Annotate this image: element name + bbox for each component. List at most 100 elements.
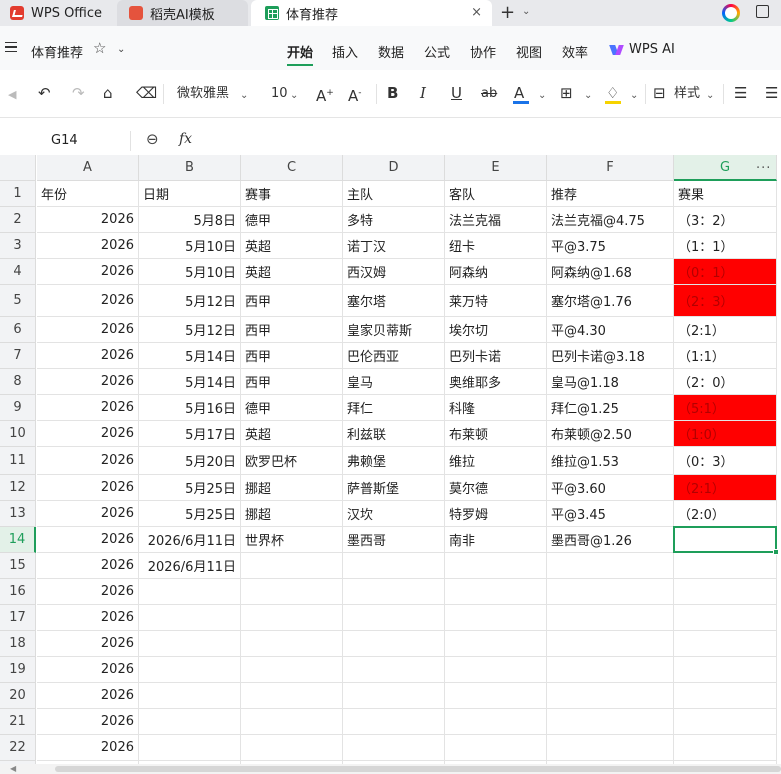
row-header-3[interactable]: 3: [0, 233, 36, 259]
table-cell[interactable]: [547, 579, 674, 605]
table-cell[interactable]: 2026: [37, 553, 139, 579]
table-cell[interactable]: 德甲: [241, 395, 343, 421]
table-cell[interactable]: [445, 605, 547, 631]
table-cell[interactable]: 平@4.30: [547, 317, 674, 343]
table-cell[interactable]: [445, 631, 547, 657]
table-cell[interactable]: [547, 683, 674, 709]
table-cell[interactable]: （2:0）: [674, 501, 777, 527]
table-cell[interactable]: 2026: [37, 501, 139, 527]
table-cell[interactable]: 2026: [37, 259, 139, 285]
table-cell[interactable]: 纽卡: [445, 233, 547, 259]
table-cell[interactable]: 2026: [37, 207, 139, 233]
underline-icon[interactable]: U: [451, 83, 462, 103]
tab-document[interactable]: 体育推荐 ×: [251, 0, 492, 26]
chevron-down-icon[interactable]: ⌄: [240, 86, 248, 106]
column-header-f[interactable]: F: [547, 155, 674, 181]
table-cell[interactable]: 布莱顿@2.50: [547, 421, 674, 447]
scroll-left-icon[interactable]: ◀: [10, 764, 16, 773]
table-cell[interactable]: 德甲: [241, 207, 343, 233]
table-cell[interactable]: 2026: [37, 579, 139, 605]
table-cell[interactable]: [445, 709, 547, 735]
table-cell[interactable]: 塞尔塔: [343, 285, 445, 317]
table-cell[interactable]: （2:1）: [674, 317, 777, 343]
table-cell[interactable]: 5月12日: [139, 285, 241, 317]
chevron-down-icon[interactable]: ⌄: [630, 86, 638, 106]
table-cell[interactable]: 奥维耶多: [445, 369, 547, 395]
table-cell[interactable]: 法兰克福: [445, 207, 547, 233]
chevron-down-icon[interactable]: ⌄: [584, 86, 592, 106]
table-cell[interactable]: 萨普斯堡: [343, 475, 445, 501]
row-header-6[interactable]: 6: [0, 317, 36, 343]
strikethrough-icon[interactable]: ab: [481, 84, 497, 104]
table-cell[interactable]: （2:1）: [674, 475, 777, 501]
row-header-1[interactable]: 1: [0, 181, 36, 207]
table-cell[interactable]: 5月12日: [139, 317, 241, 343]
table-cell[interactable]: [445, 735, 547, 761]
table-cell[interactable]: （1:1）: [674, 343, 777, 369]
row-header-14[interactable]: 14: [0, 527, 36, 553]
table-cell[interactable]: 拜仁: [343, 395, 445, 421]
table-cell[interactable]: [674, 527, 777, 553]
bold-icon[interactable]: B: [387, 83, 398, 103]
table-cell[interactable]: 法兰克福@4.75: [547, 207, 674, 233]
table-cell[interactable]: 2026: [37, 735, 139, 761]
table-cell[interactable]: [343, 735, 445, 761]
undo-icon[interactable]: ↶: [38, 83, 51, 103]
chevron-down-icon[interactable]: ⌄: [290, 86, 298, 106]
chevron-down-icon[interactable]: ⌄: [522, 6, 530, 17]
table-cell[interactable]: 2026/6月11日: [139, 527, 241, 553]
table-cell[interactable]: 西甲: [241, 285, 343, 317]
table-cell[interactable]: [241, 735, 343, 761]
table-cell[interactable]: [547, 605, 674, 631]
column-title-cell[interactable]: 日期: [139, 181, 241, 207]
table-cell[interactable]: 诺丁汉: [343, 233, 445, 259]
table-cell[interactable]: 5月25日: [139, 501, 241, 527]
table-cell[interactable]: 2026: [37, 709, 139, 735]
font-color-icon[interactable]: A: [514, 83, 524, 103]
table-cell[interactable]: 平@3.45: [547, 501, 674, 527]
table-cell[interactable]: [547, 631, 674, 657]
increase-font-icon[interactable]: A+: [316, 83, 334, 106]
table-cell[interactable]: （3：2）: [674, 207, 777, 233]
menu-efficiency[interactable]: 效率: [562, 42, 588, 61]
window-restore-icon[interactable]: [756, 5, 769, 18]
name-box[interactable]: G14: [51, 133, 78, 148]
table-cell[interactable]: （1:0）: [674, 421, 777, 447]
table-cell[interactable]: 墨西哥: [343, 527, 445, 553]
table-cell[interactable]: [139, 579, 241, 605]
assistant-icon[interactable]: [722, 4, 740, 22]
table-cell[interactable]: [343, 605, 445, 631]
table-cell[interactable]: 皇家贝蒂斯: [343, 317, 445, 343]
table-cell[interactable]: 欧罗巴杯: [241, 447, 343, 475]
table-cell[interactable]: [139, 709, 241, 735]
table-cell[interactable]: 2026: [37, 395, 139, 421]
table-cell[interactable]: 2026: [37, 527, 139, 553]
row-header-12[interactable]: 12: [0, 475, 36, 501]
column-header-d[interactable]: D: [343, 155, 445, 181]
table-cell[interactable]: 莱万特: [445, 285, 547, 317]
table-cell[interactable]: 墨西哥@1.26: [547, 527, 674, 553]
format-painter-icon[interactable]: ⌂: [103, 83, 113, 103]
table-cell[interactable]: [343, 657, 445, 683]
column-header-b[interactable]: B: [139, 155, 241, 181]
tab-wps-office[interactable]: WPS Office: [0, 0, 112, 26]
table-cell[interactable]: 2026: [37, 605, 139, 631]
menu-wps-ai[interactable]: WPS AI: [629, 42, 675, 57]
new-tab-button[interactable]: +: [500, 2, 515, 23]
menu-collab[interactable]: 协作: [470, 42, 496, 61]
table-cell[interactable]: 巴伦西亚: [343, 343, 445, 369]
table-cell[interactable]: 皇马@1.18: [547, 369, 674, 395]
table-cell[interactable]: [241, 683, 343, 709]
table-cell[interactable]: 南非: [445, 527, 547, 553]
hamburger-icon[interactable]: [5, 42, 17, 52]
table-cell[interactable]: 英超: [241, 421, 343, 447]
table-cell[interactable]: 2026/6月11日: [139, 553, 241, 579]
row-header-18[interactable]: 18: [0, 631, 36, 657]
decrease-font-icon[interactable]: A-: [348, 83, 362, 106]
table-cell[interactable]: 塞尔塔@1.76: [547, 285, 674, 317]
star-icon[interactable]: ☆: [93, 39, 106, 57]
table-cell[interactable]: [139, 605, 241, 631]
table-cell[interactable]: 特罗姆: [445, 501, 547, 527]
table-cell[interactable]: 平@3.60: [547, 475, 674, 501]
table-cell[interactable]: [343, 631, 445, 657]
